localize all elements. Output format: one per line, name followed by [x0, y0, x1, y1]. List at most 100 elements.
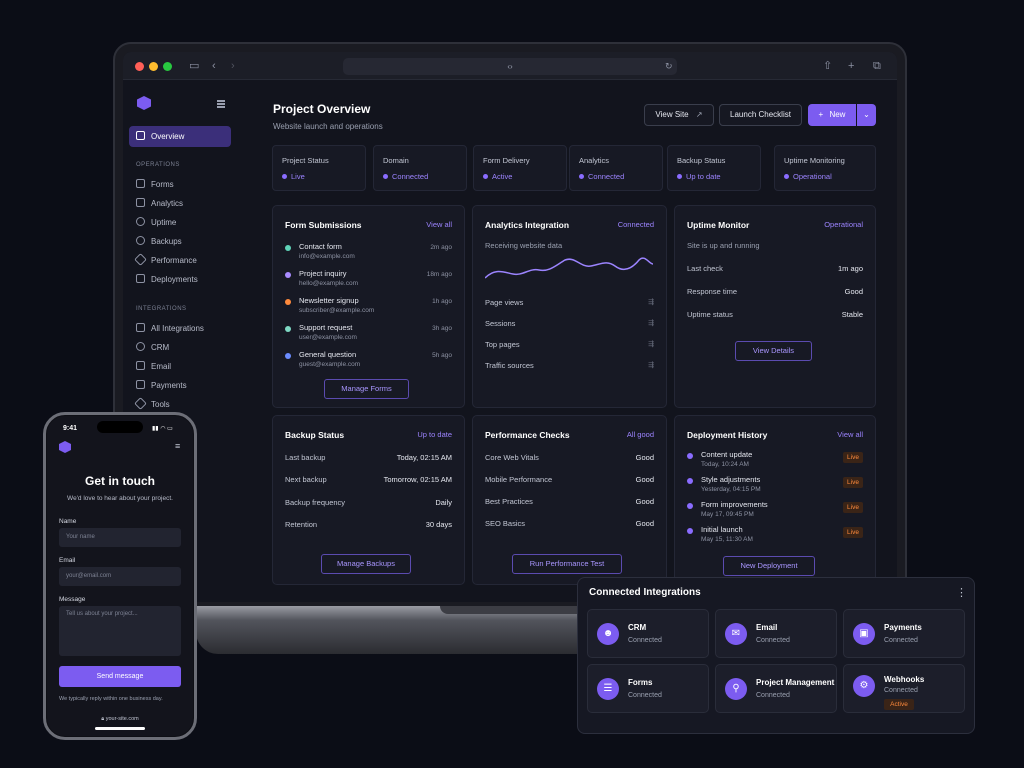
integration-tile-webhooks[interactable]: ⚙ Webhooks Connected Active — [843, 664, 965, 713]
new-tab-icon[interactable]: + — [848, 59, 854, 73]
menu-icon[interactable]: ≡ — [175, 441, 180, 451]
sidebar-item-email[interactable]: Email — [129, 356, 231, 377]
sidebar-item-forms[interactable]: Forms — [129, 174, 231, 195]
run-performance-test-button[interactable]: Run Performance Test — [512, 554, 622, 574]
stat-value: Active — [492, 172, 513, 181]
deployment-dot — [687, 528, 693, 534]
integration-tile-project-management[interactable]: ⚲ Project Management Connected — [715, 664, 837, 713]
sidebar-item-label: Forms — [151, 180, 174, 189]
close-window-dot[interactable] — [135, 62, 144, 71]
stat-value: Live — [291, 172, 305, 181]
integration-status: Connected — [628, 692, 662, 699]
submission-name: Newsletter signup — [299, 296, 359, 305]
performance-row-value: Good — [635, 475, 654, 484]
stat-title: Analytics — [579, 156, 610, 165]
app-logo-icon — [137, 96, 151, 110]
menu-icon[interactable] — [217, 100, 225, 102]
sidebar-item-overview[interactable]: Overview — [129, 126, 231, 147]
filter-icon[interactable]: ⇶ — [648, 340, 654, 348]
deployment-name: Initial launch — [701, 525, 743, 534]
integration-tile-crm[interactable]: ☻ CRM Connected — [587, 609, 709, 658]
panel-title: Deployment History — [687, 430, 768, 440]
panel-subtitle: Receiving website data — [485, 241, 563, 250]
grid-icon — [136, 323, 145, 332]
new-button[interactable]: + New — [808, 104, 856, 126]
connected-integrations-card: Connected Integrations ⋮ ☻ CRM Connected… — [577, 577, 975, 734]
sidebar-item-uptime[interactable]: Uptime — [129, 212, 231, 233]
dynamic-island — [97, 421, 143, 433]
form-icon: ☰ — [597, 678, 619, 700]
sidebar-item-analytics[interactable]: Analytics — [129, 193, 231, 214]
backup-row-label: Retention — [285, 520, 318, 529]
sidebar-item-label: Backups — [151, 237, 182, 246]
integration-tile-forms[interactable]: ☰ Forms Connected — [587, 664, 709, 713]
manage-backups-button[interactable]: Manage Backups — [321, 554, 411, 574]
back-arrow-icon[interactable]: ‹ — [212, 59, 216, 73]
deployment-name: Form improvements — [701, 500, 768, 509]
sidebar-item-label: Email — [151, 362, 172, 371]
launch-checklist-button[interactable]: Launch Checklist — [719, 104, 802, 126]
manage-forms-button[interactable]: Manage Forms — [324, 379, 409, 399]
maximize-window-dot[interactable] — [163, 62, 172, 71]
sidebar-toggle-icon[interactable]: ▭ — [189, 59, 199, 73]
live-badge: Live — [843, 527, 863, 538]
integration-tile-email[interactable]: ✉ Email Connected — [715, 609, 837, 658]
url-bar[interactable]: 🔒︎ your-site.com — [47, 716, 193, 723]
message-field[interactable]: Tell us about your project... — [59, 606, 181, 656]
deployment-date: Today, 10:24 AM — [701, 461, 749, 468]
sidebar-item-payments[interactable]: Payments — [129, 375, 231, 396]
panel-title: Form Submissions — [285, 220, 362, 230]
filter-icon[interactable]: ⇶ — [648, 319, 654, 327]
minimize-window-dot[interactable] — [149, 62, 158, 71]
sidebar-item-crm[interactable]: CRM — [129, 337, 231, 358]
sidebar-item-performance[interactable]: Performance — [129, 250, 231, 271]
people-icon: ☻ — [597, 623, 619, 645]
integration-tile-payments[interactable]: ▣ Payments Connected — [843, 609, 965, 658]
tabs-overview-icon[interactable]: ⧉ — [873, 59, 881, 73]
view-all-link[interactable]: View all — [426, 220, 452, 229]
submission-name: Support request — [299, 323, 353, 332]
new-dropdown-chevron-icon[interactable]: ⌄ — [857, 104, 876, 126]
stat-card-backup-status: Backup Status Up to date — [667, 145, 761, 191]
sidebar-item-backups[interactable]: Backups — [129, 231, 231, 252]
submission-name: Contact form — [299, 242, 342, 251]
performance-row-label: SEO Basics — [485, 519, 526, 528]
email-field[interactable]: your@email.com — [59, 567, 181, 586]
submission-time: 1h ago — [432, 298, 452, 305]
more-options-icon[interactable]: ⋮ — [956, 586, 967, 599]
uptime-row-label: Uptime status — [687, 310, 733, 319]
deployment-name: Style adjustments — [701, 475, 761, 484]
submission-dot — [285, 299, 291, 305]
analytics-row-label: Traffic sources — [485, 361, 534, 370]
address-bar[interactable]: ‹› — [343, 58, 677, 75]
page-title: Project Overview — [273, 102, 371, 116]
forward-arrow-icon[interactable]: › — [231, 59, 235, 73]
stat-value: Operational — [793, 172, 832, 181]
submission-email: user@example.com — [299, 334, 357, 341]
browser-toolbar: ▭ ‹ › ‹› ↻ ⇧ + ⧉ — [123, 52, 897, 80]
filter-icon[interactable]: ⇶ — [648, 298, 654, 306]
sidebar-item-deployments[interactable]: Deployments — [129, 269, 231, 290]
view-all-link[interactable]: View all — [837, 430, 863, 439]
laptop-screen: ▭ ‹ › ‹› ↻ ⇧ + ⧉ Overview OPERATIONS For… — [123, 52, 897, 602]
view-details-button[interactable]: View Details — [735, 341, 812, 361]
share-icon[interactable]: ⇧ — [823, 59, 832, 73]
cube-icon — [136, 131, 145, 140]
submission-email: guest@example.com — [299, 361, 361, 368]
performance-row-label: Core Web Vitals — [485, 453, 539, 462]
external-link-icon: ↗ — [695, 110, 703, 119]
new-deployment-button[interactable]: New Deployment — [723, 556, 815, 576]
signal-wifi-battery-icon: ▮▮ ◠ ▭ — [152, 426, 173, 432]
performance-row-value: Good — [635, 453, 654, 462]
sidebar-item-all-integrations[interactable]: All Integrations — [129, 318, 231, 339]
view-site-button[interactable]: View Site ↗ — [644, 104, 714, 126]
send-message-button[interactable]: Send message — [59, 666, 181, 687]
globe-icon — [136, 217, 145, 226]
status-time: 9:41 — [63, 425, 78, 432]
broadcast-icon: ⚲ — [725, 678, 747, 700]
filter-icon[interactable]: ⇶ — [648, 361, 654, 369]
integration-name: Webhooks — [884, 675, 925, 684]
reload-icon[interactable]: ↻ — [665, 59, 673, 73]
name-field[interactable]: Your name — [59, 528, 181, 547]
stat-card-analytics: Analytics Connected — [569, 145, 663, 191]
